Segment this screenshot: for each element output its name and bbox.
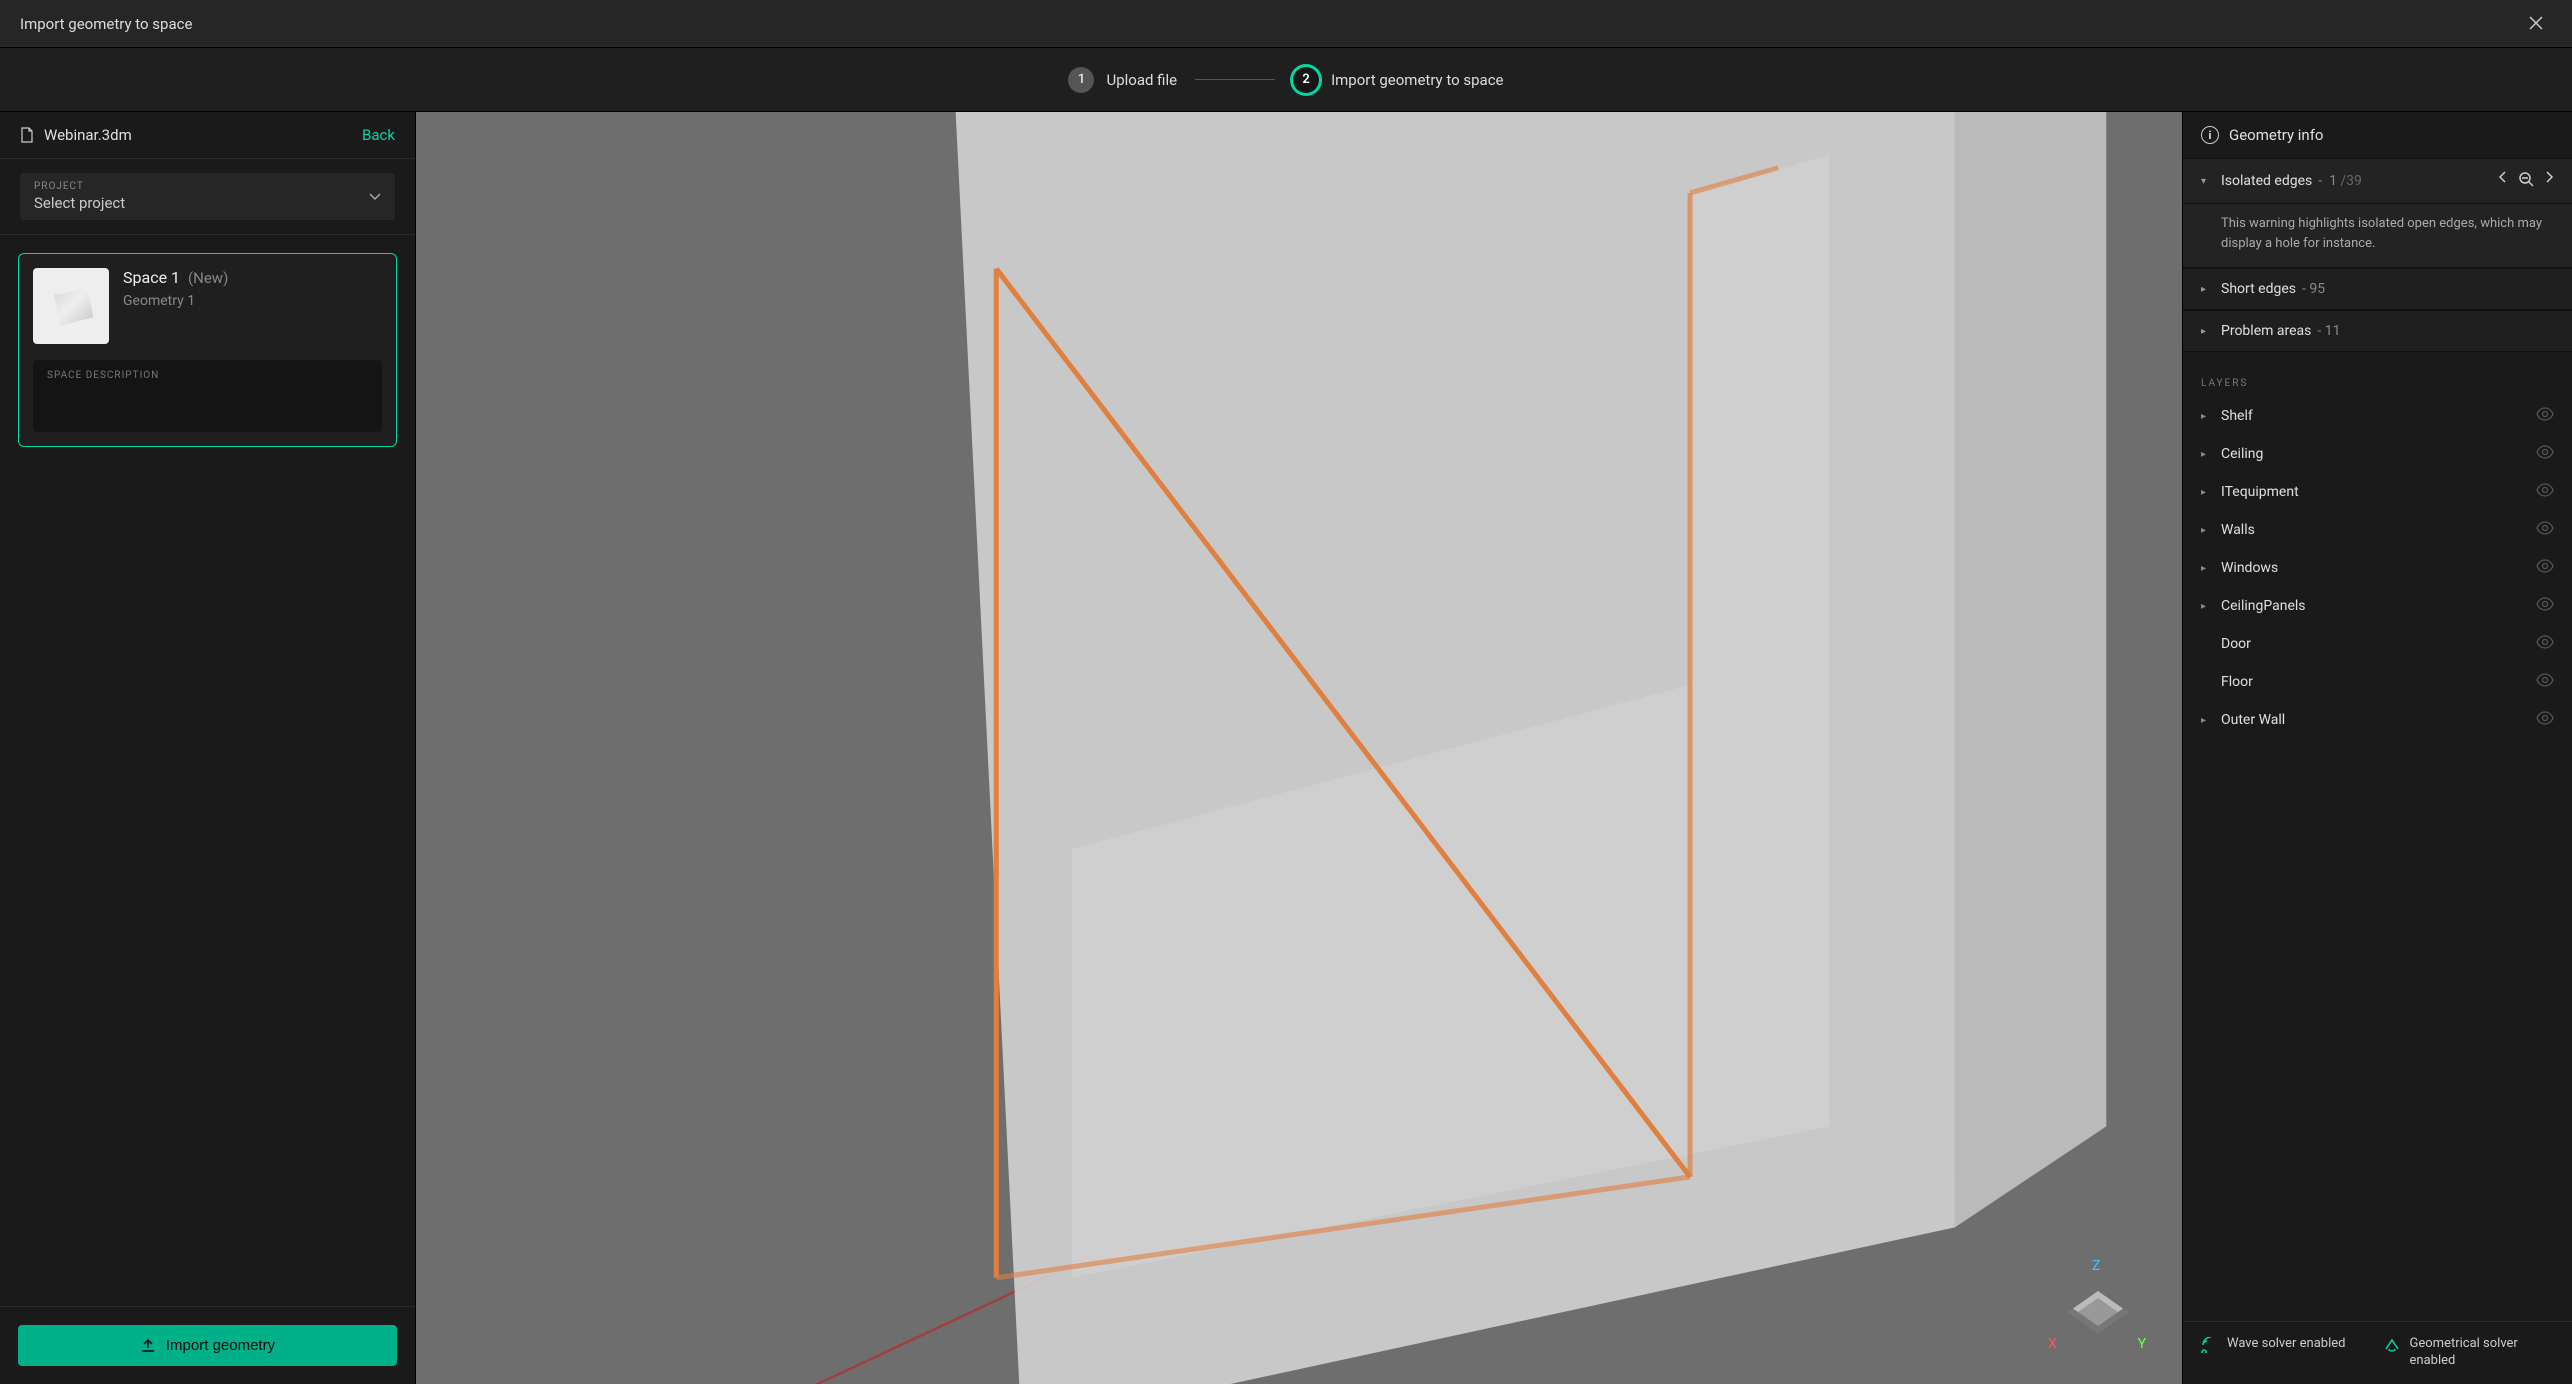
modal-header: Import geometry to space xyxy=(0,0,2572,48)
layer-name: Outer Wall xyxy=(2221,712,2285,728)
warning-row-short[interactable]: ▸Short edges - 95 xyxy=(2183,268,2572,310)
layer-name: Windows xyxy=(2221,560,2278,576)
caret-right-icon: ▸ xyxy=(2201,411,2215,422)
space-description-input[interactable]: SPACE DESCRIPTION xyxy=(33,360,382,432)
nav-next-icon[interactable] xyxy=(2544,171,2554,191)
geometry-icon xyxy=(2384,1337,2400,1357)
caret-right-icon: ▸ xyxy=(2201,563,2215,574)
visibility-toggle-icon[interactable] xyxy=(2536,673,2554,691)
caret-right-icon: ▸ xyxy=(2201,487,2215,498)
layer-row[interactable]: ▸ Windows xyxy=(2183,549,2572,587)
viewport-3d[interactable]: Z X Y xyxy=(416,112,2182,1384)
layer-name: ITequipment xyxy=(2221,484,2299,500)
layer-row[interactable]: ▸ CeilingPanels xyxy=(2183,587,2572,625)
layer-name: Door xyxy=(2221,636,2251,652)
upload-icon xyxy=(140,1338,156,1354)
left-panel: Webinar.3dm Back PROJECT Select project xyxy=(0,112,416,1384)
back-link[interactable]: Back xyxy=(362,126,395,144)
stepper: 1 Upload file 2 Import geometry to space xyxy=(0,48,2572,112)
caret-right-icon: ▸ xyxy=(2201,715,2215,726)
layer-name: Floor xyxy=(2221,674,2253,690)
visibility-toggle-icon[interactable] xyxy=(2536,597,2554,615)
visibility-toggle-icon[interactable] xyxy=(2536,407,2554,425)
caret-right-icon: ▸ xyxy=(2201,449,2215,460)
space-description-label: SPACE DESCRIPTION xyxy=(47,370,368,381)
geometry-info-header: i Geometry info xyxy=(2183,112,2572,158)
step-label-2: Import geometry to space xyxy=(1331,71,1503,89)
layer-row[interactable]: ▸ Shelf xyxy=(2183,397,2572,435)
wave-solver-status: Wave solver enabled xyxy=(2201,1336,2372,1370)
wave-icon xyxy=(2201,1337,2217,1357)
layer-row[interactable]: ▸Door xyxy=(2183,625,2572,663)
file-icon xyxy=(20,127,34,143)
space-thumbnail xyxy=(33,268,109,344)
space-subtitle: Geometry 1 xyxy=(123,293,228,309)
visibility-toggle-icon[interactable] xyxy=(2536,635,2554,653)
nav-prev-icon[interactable] xyxy=(2498,171,2508,191)
space-card[interactable]: Space 1 (New) Geometry 1 SPACE DESCRIPTI… xyxy=(18,253,397,447)
layer-name: Shelf xyxy=(2221,408,2253,424)
visibility-toggle-icon[interactable] xyxy=(2536,445,2554,463)
zoom-out-icon[interactable] xyxy=(2518,171,2534,191)
layer-name: Ceiling xyxy=(2221,446,2263,462)
caret-right-icon: ▸ xyxy=(2201,525,2215,536)
warning-description: This warning highlights isolated open ed… xyxy=(2183,204,2572,268)
info-icon: i xyxy=(2201,126,2219,144)
project-value: Select project xyxy=(34,194,125,212)
chevron-down-icon xyxy=(369,189,381,205)
step-label-1: Upload file xyxy=(1106,71,1177,89)
modal-title: Import geometry to space xyxy=(20,15,192,33)
close-icon xyxy=(2528,15,2544,31)
layer-row[interactable]: ▸ Walls xyxy=(2183,511,2572,549)
layers-label: LAYERS xyxy=(2183,362,2572,397)
layer-row[interactable]: ▸ ITequipment xyxy=(2183,473,2572,511)
step-connector xyxy=(1195,79,1275,80)
step-number-1: 1 xyxy=(1068,67,1094,93)
visibility-toggle-icon[interactable] xyxy=(2536,711,2554,729)
import-geometry-button[interactable]: Import geometry xyxy=(18,1325,397,1366)
warning-row-prob[interactable]: ▸Problem areas - 11 xyxy=(2183,310,2572,352)
space-name: Space 1 xyxy=(123,268,180,287)
caret-icon: ▸ xyxy=(2201,326,2215,337)
layer-name: Walls xyxy=(2221,522,2255,538)
right-panel: i Geometry info ▾Isolated edges - 1 /39T… xyxy=(2182,112,2572,1384)
visibility-toggle-icon[interactable] xyxy=(2536,559,2554,577)
geometrical-solver-status: Geometrical solver enabled xyxy=(2384,1336,2555,1370)
caret-right-icon: ▸ xyxy=(2201,601,2215,612)
caret-icon: ▾ xyxy=(2201,176,2215,187)
layer-row[interactable]: ▸ Ceiling xyxy=(2183,435,2572,473)
filename: Webinar.3dm xyxy=(20,126,132,144)
step-upload: 1 Upload file xyxy=(1068,67,1177,93)
layer-row[interactable]: ▸Floor xyxy=(2183,663,2572,701)
project-select[interactable]: PROJECT Select project xyxy=(20,173,395,220)
step-import: 2 Import geometry to space xyxy=(1293,67,1503,93)
step-number-2: 2 xyxy=(1293,67,1319,93)
layer-name: CeilingPanels xyxy=(2221,598,2306,614)
visibility-toggle-icon[interactable] xyxy=(2536,521,2554,539)
warning-row-iso[interactable]: ▾Isolated edges - 1 /39 xyxy=(2183,158,2572,204)
project-label: PROJECT xyxy=(34,181,125,192)
space-tag: (New) xyxy=(188,269,228,287)
layer-row[interactable]: ▸ Outer Wall xyxy=(2183,701,2572,739)
visibility-toggle-icon[interactable] xyxy=(2536,483,2554,501)
caret-icon: ▸ xyxy=(2201,284,2215,295)
close-button[interactable] xyxy=(2520,8,2552,40)
